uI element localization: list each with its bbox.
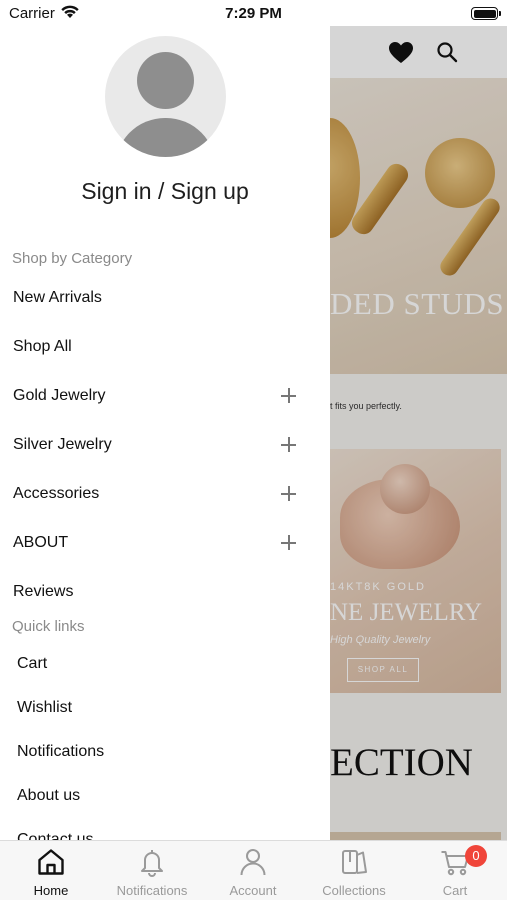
expand-plus-icon[interactable] [281, 380, 297, 412]
tab-home[interactable]: Home [1, 841, 101, 900]
bell-icon [137, 847, 167, 877]
expand-plus-icon[interactable] [281, 527, 297, 559]
category-about[interactable]: ABOUT [13, 527, 313, 559]
tab-cart[interactable]: Cart [405, 841, 505, 900]
shop-by-category-header: Shop by Category [12, 250, 133, 267]
status-time: 7:29 PM [225, 5, 282, 22]
category-new-arrivals[interactable]: New Arrivals [13, 282, 313, 314]
quick-link-notifications[interactable]: Notifications [17, 737, 317, 767]
tab-label: Collections [322, 883, 386, 898]
navigation-drawer: Sign in / Sign up Shop by Category New A… [0, 26, 330, 840]
tab-collections[interactable]: Collections [304, 841, 404, 900]
quick-link-cart[interactable]: Cart [17, 649, 317, 679]
tab-label: Account [229, 883, 277, 898]
tab-label: Cart [442, 883, 468, 898]
tab-label: Notifications [116, 883, 188, 898]
tab-notifications[interactable]: Notifications [102, 841, 202, 900]
user-avatar-icon[interactable] [105, 36, 226, 157]
home-icon [36, 847, 66, 877]
category-accessories[interactable]: Accessories [13, 478, 313, 510]
category-label: New Arrivals [13, 289, 102, 306]
tab-label: Home [33, 883, 69, 898]
battery-icon [471, 7, 501, 20]
category-label: Accessories [13, 485, 100, 502]
expand-plus-icon[interactable] [281, 478, 297, 510]
person-icon [238, 847, 268, 877]
category-silver-jewelry[interactable]: Silver Jewelry [13, 429, 313, 461]
sign-in-button[interactable]: Sign in / Sign up [0, 178, 330, 205]
category-label: Reviews [13, 583, 74, 600]
category-label: Shop All [13, 338, 72, 355]
quick-link-contact-us[interactable]: Contact us [17, 825, 317, 840]
quick-link-about-us[interactable]: About us [17, 781, 317, 811]
collections-icon [339, 847, 369, 877]
bottom-tab-bar: Home Notifications Account Collections C… [0, 840, 507, 900]
expand-plus-icon[interactable] [281, 429, 297, 461]
category-gold-jewelry[interactable]: Gold Jewelry [13, 380, 313, 412]
category-label: Gold Jewelry [13, 387, 106, 404]
category-reviews[interactable]: Reviews [13, 576, 313, 608]
category-label: Silver Jewelry [13, 436, 112, 453]
tab-account[interactable]: Account [203, 841, 303, 900]
quick-link-wishlist[interactable]: Wishlist [17, 693, 317, 723]
drawer-dim-overlay[interactable] [330, 26, 507, 840]
category-shop-all[interactable]: Shop All [13, 331, 313, 363]
quick-links-header: Quick links [12, 618, 85, 635]
status-bar: Carrier 7:29 PM [0, 0, 507, 26]
category-label: ABOUT [13, 534, 69, 551]
cart-count-badge: 0 [465, 845, 487, 867]
